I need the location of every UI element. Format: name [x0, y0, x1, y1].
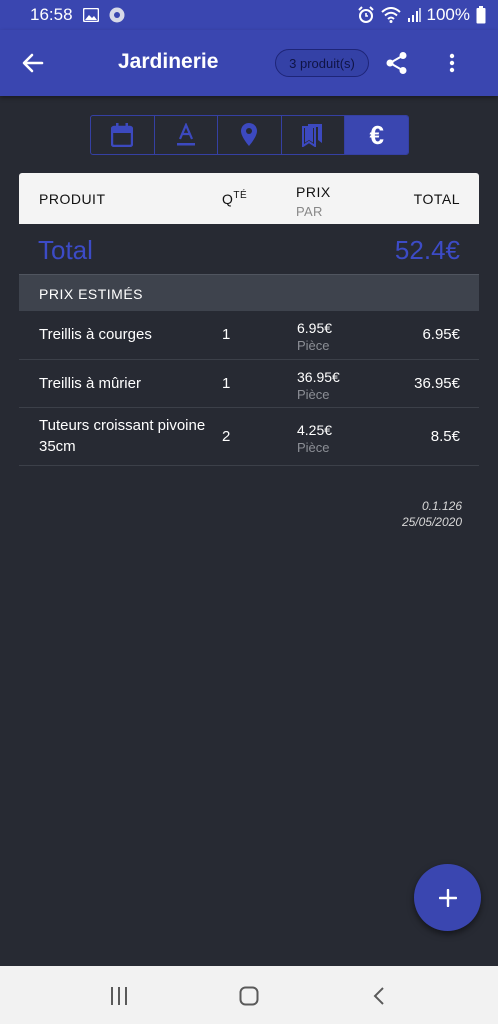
row-unit: Pièce [297, 338, 330, 353]
status-time: 16:58 [30, 5, 73, 24]
location-pin-icon [241, 123, 258, 146]
home-button[interactable] [229, 982, 269, 1010]
tab-calendar[interactable] [91, 116, 155, 154]
text-format-icon [176, 123, 195, 146]
section-header: PRIX ESTIMÉS [19, 274, 479, 311]
system-nav-bar [0, 966, 498, 1024]
plus-icon [438, 888, 457, 907]
total-label: Total [38, 235, 93, 265]
back-button[interactable] [18, 48, 48, 78]
more-vert-icon [449, 53, 455, 73]
row-total: 8.5€ [430, 428, 460, 445]
row-total: 6.95€ [422, 326, 460, 343]
row-unit: Pièce [297, 387, 330, 402]
header-price: PRIX [296, 184, 331, 200]
row-total: 36.95€ [414, 375, 460, 392]
battery-level: 100% [426, 5, 470, 24]
calendar-icon [111, 123, 134, 147]
version-date: 25/05/2020 [401, 515, 462, 529]
system-back-button[interactable] [359, 982, 399, 1010]
row-price: 4.25€ [297, 422, 333, 438]
header-total: TOTAL [413, 191, 460, 207]
alarm-icon [357, 6, 375, 24]
total-value: 52.4€ [394, 235, 460, 265]
add-product-button[interactable] [414, 864, 481, 931]
row-qty: 1 [222, 375, 231, 392]
share-icon [386, 52, 407, 74]
row-product-name: Treillis à courges [39, 326, 152, 343]
tab-bookmarks[interactable] [282, 116, 346, 154]
wifi-icon [380, 7, 401, 23]
recents-button[interactable] [99, 982, 139, 1010]
arrow-back-icon [22, 53, 44, 73]
recents-icon [111, 987, 127, 1005]
home-icon [239, 986, 259, 1006]
row-qty: 1 [222, 326, 231, 343]
page-title: Jardinerie [118, 50, 219, 73]
section-label: PRIX ESTIMÉS [39, 286, 144, 302]
battery-icon [476, 6, 486, 24]
tab-prices[interactable]: € [345, 116, 408, 154]
row-price: 36.95€ [297, 369, 340, 385]
app-notification-icon [109, 7, 125, 23]
share-button[interactable] [382, 47, 412, 79]
gallery-notification-icon [82, 8, 99, 22]
header-price-sub: PAR [296, 204, 323, 219]
view-tabs: € [90, 115, 409, 155]
row-product-name: Tuteurs croissant pivoine 35cm [39, 417, 206, 455]
header-product: PRODUIT [39, 191, 106, 207]
version-number: 0.1.126 [421, 499, 462, 513]
bookmarks-icon [302, 124, 323, 147]
chevron-left-icon [373, 987, 384, 1005]
signal-icon [407, 8, 421, 22]
product-count-chip: 3 produit(s) [275, 49, 369, 77]
row-unit: Pièce [297, 440, 330, 455]
row-product-name: Treillis à mûrier [39, 375, 141, 392]
app-bar: Jardinerie 3 produit(s) [0, 30, 498, 96]
status-bar: 16:58 100% [0, 0, 498, 30]
table-row[interactable]: Treillis à mûrier 1 36.95€ Pièce 36.95€ [19, 360, 479, 408]
table-row[interactable]: Tuteurs croissant pivoine 35cm 2 4.25€ P… [19, 408, 479, 466]
table-row[interactable]: Treillis à courges 1 6.95€ Pièce 6.95€ [19, 311, 479, 360]
tab-location[interactable] [218, 116, 282, 154]
header-qty: QTÉ [222, 190, 248, 207]
table-header: PRODUIT QTÉ PRIX PAR TOTAL [19, 173, 479, 224]
row-price: 6.95€ [297, 320, 333, 336]
row-qty: 2 [222, 428, 231, 445]
version-info: 0.1.126 25/05/2020 [402, 498, 462, 530]
more-options-button[interactable] [440, 47, 464, 79]
tab-text[interactable] [155, 116, 219, 154]
euro-icon: € [369, 119, 384, 150]
